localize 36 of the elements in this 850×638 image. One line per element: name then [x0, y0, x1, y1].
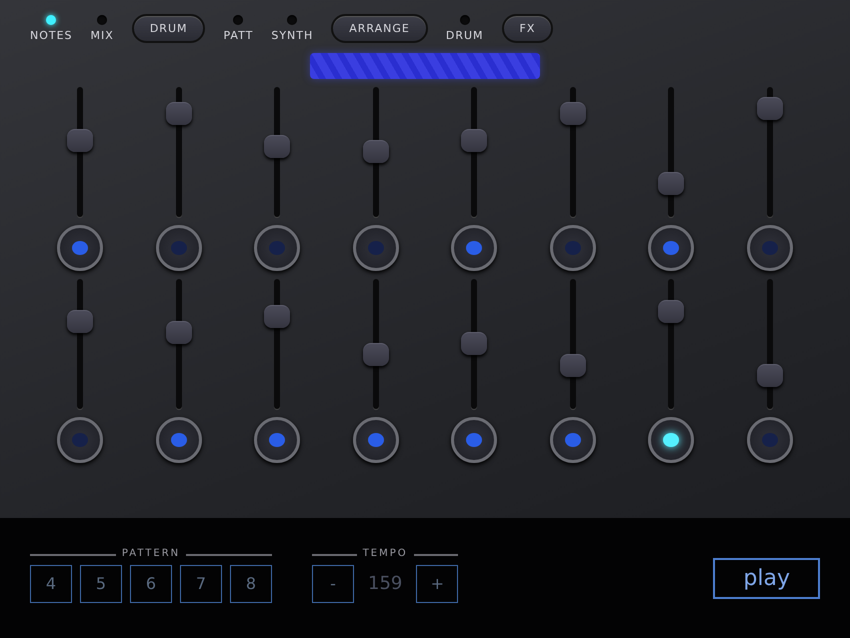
fader-handle[interactable] [461, 332, 488, 355]
play-button[interactable]: play [713, 558, 820, 598]
fader-handle[interactable] [67, 310, 93, 334]
tempo-increase-button[interactable]: + [416, 564, 458, 602]
fader-handle[interactable] [658, 300, 684, 323]
fader-handle[interactable] [658, 172, 684, 196]
fader-handle[interactable] [264, 134, 290, 158]
mode-label: DRUM [446, 29, 484, 42]
fader-handle[interactable] [166, 321, 192, 344]
mode-button[interactable]: FX [502, 14, 554, 43]
pattern-button[interactable]: 5 [80, 564, 122, 602]
fader-handle[interactable] [560, 354, 586, 377]
pattern-button[interactable]: 6 [130, 564, 172, 602]
fader-handle[interactable] [166, 102, 192, 126]
fader-handle[interactable] [362, 342, 389, 366]
pad-button[interactable] [648, 417, 694, 463]
fader-handle[interactable] [756, 364, 783, 388]
mode-label: PATT [223, 29, 254, 42]
mode-label: NOTES [30, 29, 73, 42]
fader-handle[interactable] [560, 102, 586, 126]
mode-button[interactable]: ARRANGE [331, 14, 428, 43]
mode-button[interactable]: DRUM [132, 14, 206, 43]
pattern-button[interactable]: 4 [30, 564, 72, 602]
pattern-button[interactable]: 7 [180, 564, 222, 602]
fader-handle[interactable] [362, 140, 389, 163]
mode-label: SYNTH [271, 29, 314, 42]
fader-handle[interactable] [67, 129, 93, 152]
fader-handle[interactable] [264, 305, 290, 328]
group-label: PATTERN [116, 548, 186, 558]
pattern-button[interactable]: 8 [230, 564, 272, 602]
mode-label: MIX [90, 29, 114, 42]
tempo-decrease-button[interactable]: - [312, 564, 354, 602]
group-label: TEMPO [356, 548, 414, 558]
tempo-value: 159 [367, 573, 404, 594]
fader-handle[interactable] [756, 96, 783, 120]
fader-handle[interactable] [461, 129, 488, 152]
